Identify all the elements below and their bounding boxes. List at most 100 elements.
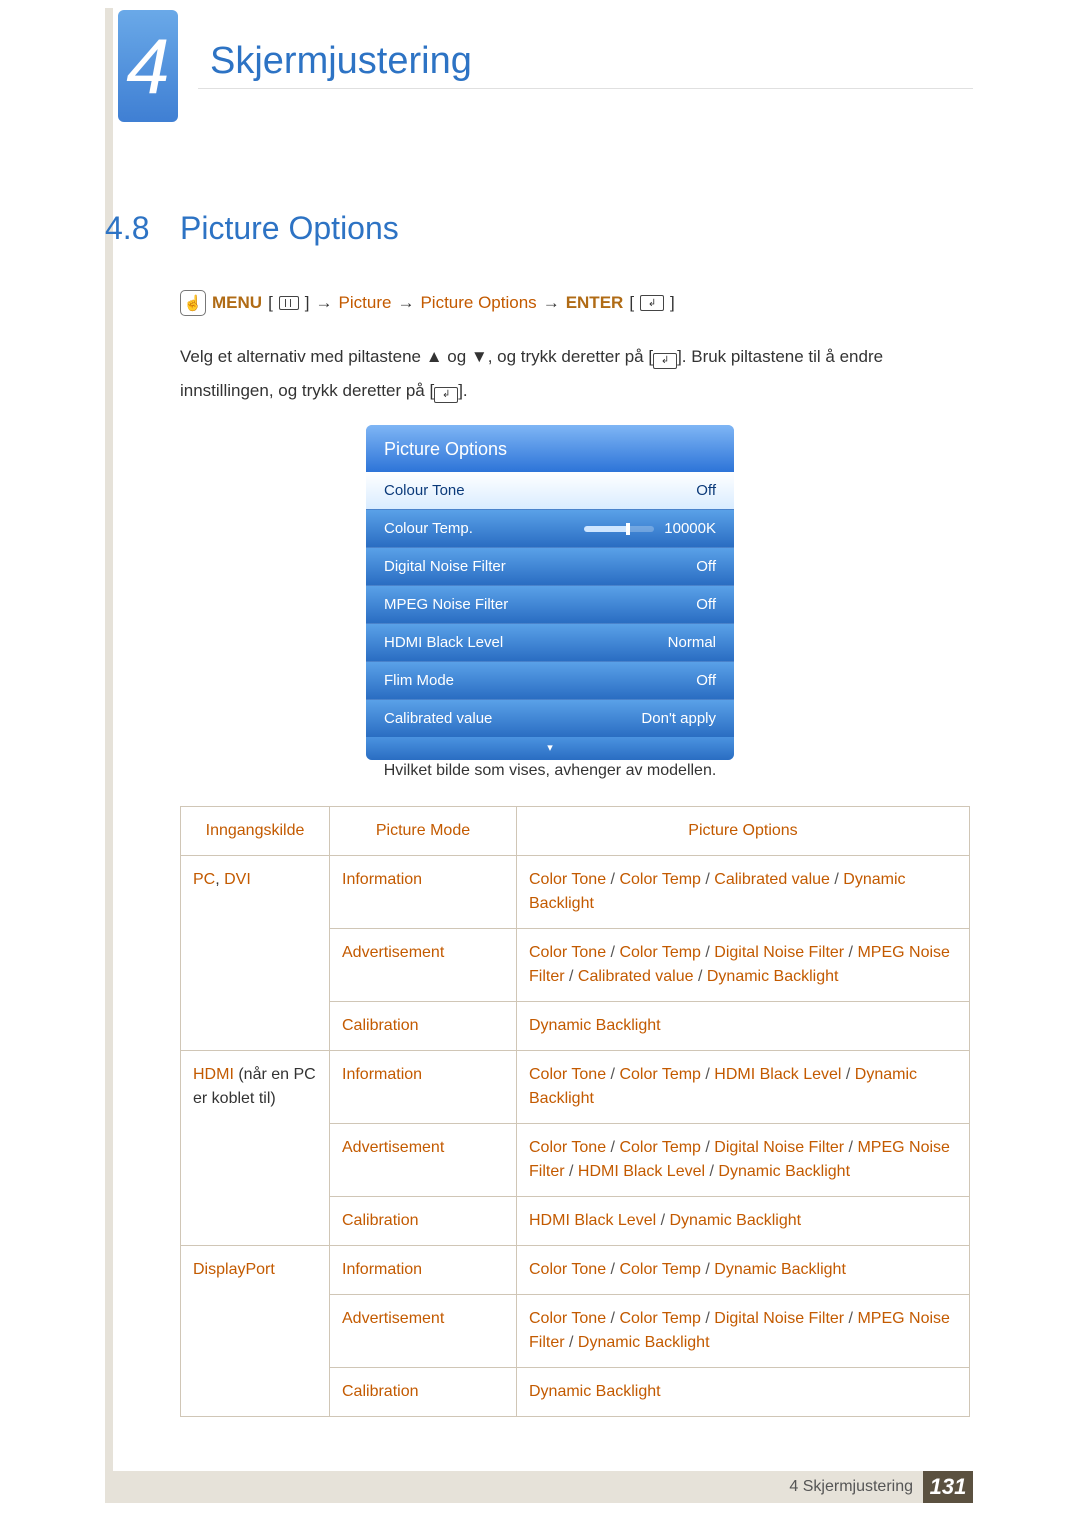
arrow-icon: →	[316, 293, 333, 313]
osd-row-right: Off	[696, 672, 716, 689]
option-item: Dynamic Backlight	[529, 1383, 661, 1400]
bracket-open: [	[268, 293, 273, 313]
option-item: Digital Noise Filter	[714, 1139, 844, 1156]
separator: /	[705, 1163, 718, 1180]
osd-row-right: 10000K	[584, 520, 716, 537]
option-item: Color Tone	[529, 944, 606, 961]
osd-row: Colour Temp.10000K	[366, 509, 734, 547]
osd-row-value: Don't apply	[641, 710, 716, 727]
separator: /	[565, 968, 578, 985]
table-row: DisplayPortInformationColor Tone / Color…	[181, 1246, 970, 1295]
option-item: HDMI Black Level	[529, 1212, 656, 1229]
cell-mode: Calibration	[330, 1368, 517, 1417]
cell-options: HDMI Black Level / Dynamic Backlight	[517, 1197, 970, 1246]
osd-row-label: MPEG Noise Filter	[384, 596, 508, 613]
osd-row: Colour ToneOff	[366, 472, 734, 509]
cell-options: Color Tone / Color Temp / Digital Noise …	[517, 929, 970, 1002]
source-part: ,	[215, 871, 224, 888]
option-item: Dynamic Backlight	[529, 1017, 661, 1034]
osd-scroll-down-icon: ▾	[366, 737, 734, 760]
options-table: Inngangskilde Picture Mode Picture Optio…	[180, 806, 970, 1417]
option-item: Digital Noise Filter	[714, 1310, 844, 1327]
osd-row: MPEG Noise Filter Off	[366, 585, 734, 623]
separator: /	[701, 1310, 714, 1327]
separator: /	[606, 1066, 619, 1083]
path-seg-2: Picture Options	[420, 293, 536, 313]
cell-mode: Calibration	[330, 1002, 517, 1051]
chapter-number: 4	[126, 21, 169, 112]
cell-options: Color Tone / Color Temp / HDMI Black Lev…	[517, 1051, 970, 1124]
separator: /	[701, 871, 714, 888]
cell-options: Color Tone / Color Temp / Dynamic Backli…	[517, 1246, 970, 1295]
option-item: Dynamic Backlight	[578, 1334, 710, 1351]
option-item: Calibrated value	[714, 871, 830, 888]
osd-row: Flim ModeOff	[366, 661, 734, 699]
page-footer: 4 Skjermjustering 131	[105, 1471, 973, 1503]
cell-options: Color Tone / Color Temp / Calibrated val…	[517, 856, 970, 929]
option-item: Dynamic Backlight	[718, 1163, 850, 1180]
enter-icon: ↲	[640, 295, 664, 311]
option-item: Color Temp	[619, 1310, 701, 1327]
separator: /	[844, 1310, 857, 1327]
osd-row-value: Off	[696, 596, 716, 613]
osd-row-label: Calibrated value	[384, 710, 492, 727]
option-item: Calibrated value	[578, 968, 694, 985]
separator: /	[844, 1139, 857, 1156]
body-text-c: ].	[458, 381, 467, 400]
cell-mode: Information	[330, 1246, 517, 1295]
option-item: Color Temp	[619, 1139, 701, 1156]
bracket-close: ]	[670, 293, 675, 313]
separator: /	[606, 871, 619, 888]
arrow-icon: →	[397, 293, 414, 313]
separator: /	[565, 1334, 578, 1351]
separator: /	[701, 1139, 714, 1156]
separator: /	[701, 944, 714, 961]
th-mode: Picture Mode	[330, 807, 517, 856]
osd-row-right: Off	[696, 482, 716, 499]
option-item: HDMI Black Level	[714, 1066, 841, 1083]
cell-options: Color Tone / Color Temp / Digital Noise …	[517, 1295, 970, 1368]
header-divider	[198, 88, 973, 89]
option-item: Color Tone	[529, 871, 606, 888]
osd-row: HDMI Black Level Normal	[366, 623, 734, 661]
option-item: Color Tone	[529, 1066, 606, 1083]
th-source: Inngangskilde	[181, 807, 330, 856]
osd-row-value: Off	[696, 482, 716, 499]
osd-row-right: Off	[696, 558, 716, 575]
separator: /	[694, 968, 707, 985]
cell-source: DisplayPort	[181, 1246, 330, 1417]
arrow-icon: →	[543, 293, 560, 313]
bracket-close: ]	[305, 293, 310, 313]
cell-source: HDMI (når en PC er koblet til)	[181, 1051, 330, 1246]
option-item: Color Temp	[619, 871, 701, 888]
cell-mode: Advertisement	[330, 1295, 517, 1368]
cell-mode: Calibration	[330, 1197, 517, 1246]
option-item: Color Tone	[529, 1261, 606, 1278]
separator: /	[565, 1163, 578, 1180]
table-row: HDMI (når en PC er koblet til)Informatio…	[181, 1051, 970, 1124]
menu-path: ☝ MENU [ ] → Picture → Picture Options →…	[180, 290, 675, 316]
osd-row-value: Normal	[668, 634, 716, 651]
option-item: Digital Noise Filter	[714, 944, 844, 961]
option-item: Dynamic Backlight	[707, 968, 839, 985]
source-part: DVI	[224, 871, 251, 888]
osd-row: Digital Noise FilterOff	[366, 547, 734, 585]
separator: /	[841, 1066, 854, 1083]
enter-icon: ↲	[653, 353, 677, 369]
doc-title: Skjermjustering	[210, 40, 472, 83]
bracket-open: [	[629, 293, 634, 313]
option-item: Color Temp	[619, 944, 701, 961]
slider-icon	[584, 526, 654, 532]
enter-word: ENTER	[566, 293, 624, 313]
cell-mode: Information	[330, 1051, 517, 1124]
option-item: Color Temp	[619, 1066, 701, 1083]
osd-row-value: 10000K	[664, 520, 716, 537]
cell-options: Dynamic Backlight	[517, 1368, 970, 1417]
osd-row-right: Off	[696, 596, 716, 613]
osd-row-value: Off	[696, 672, 716, 689]
separator: /	[606, 1261, 619, 1278]
path-seg-1: Picture	[339, 293, 392, 313]
option-item: Color Temp	[619, 1261, 701, 1278]
osd-row: Calibrated value Don't apply	[366, 699, 734, 737]
osd-row-label: HDMI Black Level	[384, 634, 503, 651]
